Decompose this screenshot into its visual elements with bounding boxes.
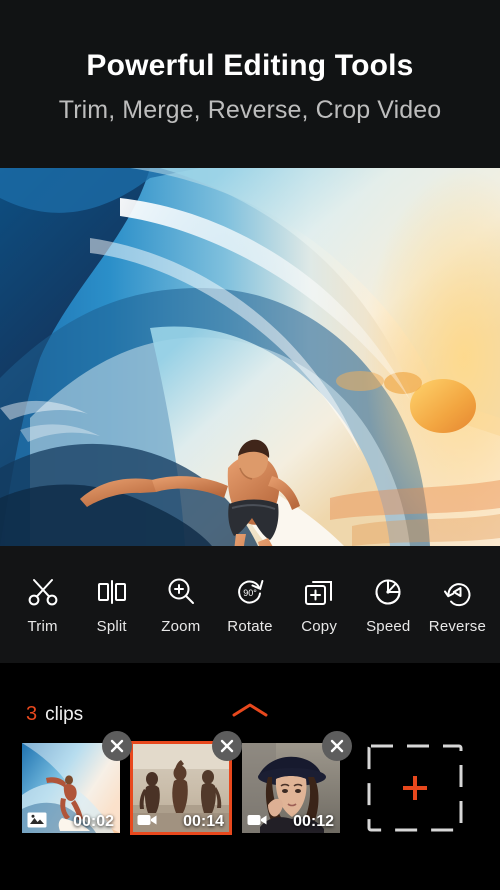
clip-duration: 00:02 [73, 813, 114, 830]
tool-label: Copy [301, 617, 338, 635]
clip-item[interactable]: 00:12 [242, 731, 352, 833]
tool-reverse[interactable]: Reverse [423, 575, 492, 635]
remove-clip-button[interactable] [322, 731, 352, 761]
speedometer-icon [371, 575, 405, 609]
page-title: Powerful Editing Tools [86, 49, 414, 82]
scissors-icon [26, 575, 60, 609]
collapse-panel-button[interactable] [228, 699, 272, 721]
close-icon [110, 739, 124, 753]
clip-strip: 00:02 00:14 00:12 [0, 731, 500, 883]
editing-toolbar: Trim Split Zoom 90° Rotate Copy Speed Re… [0, 546, 500, 663]
remove-clip-button[interactable] [102, 731, 132, 761]
tool-label: Speed [366, 617, 411, 635]
chevron-up-icon [232, 703, 268, 717]
clip-duration: 00:12 [293, 813, 334, 830]
clip-item[interactable]: 00:14 [130, 731, 242, 835]
tool-copy[interactable]: Copy [285, 575, 354, 635]
tool-split[interactable]: Split [77, 575, 146, 635]
tool-label: Reverse [428, 617, 487, 635]
video-icon [137, 812, 157, 828]
tool-label: Zoom [161, 617, 201, 635]
video-icon [247, 812, 267, 828]
close-icon [220, 739, 234, 753]
tool-zoom[interactable]: Zoom [146, 575, 215, 635]
page-subtitle: Trim, Merge, Reverse, Crop Video [58, 96, 442, 124]
app-screen: Powerful Editing Tools Trim, Merge, Reve… [0, 0, 500, 890]
svg-text:90°: 90° [243, 588, 257, 598]
split-icon [95, 575, 129, 609]
clips-count-label: clips [45, 704, 84, 725]
tool-rotate[interactable]: 90° Rotate [215, 575, 284, 635]
magnifier-plus-icon [164, 575, 198, 609]
tool-label: Trim [27, 617, 58, 635]
header: Powerful Editing Tools Trim, Merge, Reve… [0, 0, 500, 168]
clips-count-header: 3 clips [26, 703, 83, 726]
video-preview[interactable] [0, 168, 500, 546]
tool-label: Split [96, 617, 127, 635]
clips-panel: 3 clips 00:02 00:14 00:12 [0, 663, 500, 890]
copy-plus-icon [302, 575, 336, 609]
tool-speed[interactable]: Speed [354, 575, 423, 635]
tool-trim[interactable]: Trim [8, 575, 77, 635]
surfer-wave-image [0, 168, 500, 546]
reverse-arrow-icon [440, 575, 474, 609]
rotate-90-icon: 90° [233, 575, 267, 609]
close-icon [330, 739, 344, 753]
clip-duration: 00:14 [183, 813, 224, 830]
plus-icon [367, 744, 463, 832]
add-clip-button[interactable] [366, 743, 464, 833]
tool-label: Rotate [227, 617, 273, 635]
photo-icon [27, 812, 47, 828]
clips-count: 3 [26, 703, 38, 725]
remove-clip-button[interactable] [212, 731, 242, 761]
clip-item[interactable]: 00:02 [22, 731, 132, 833]
